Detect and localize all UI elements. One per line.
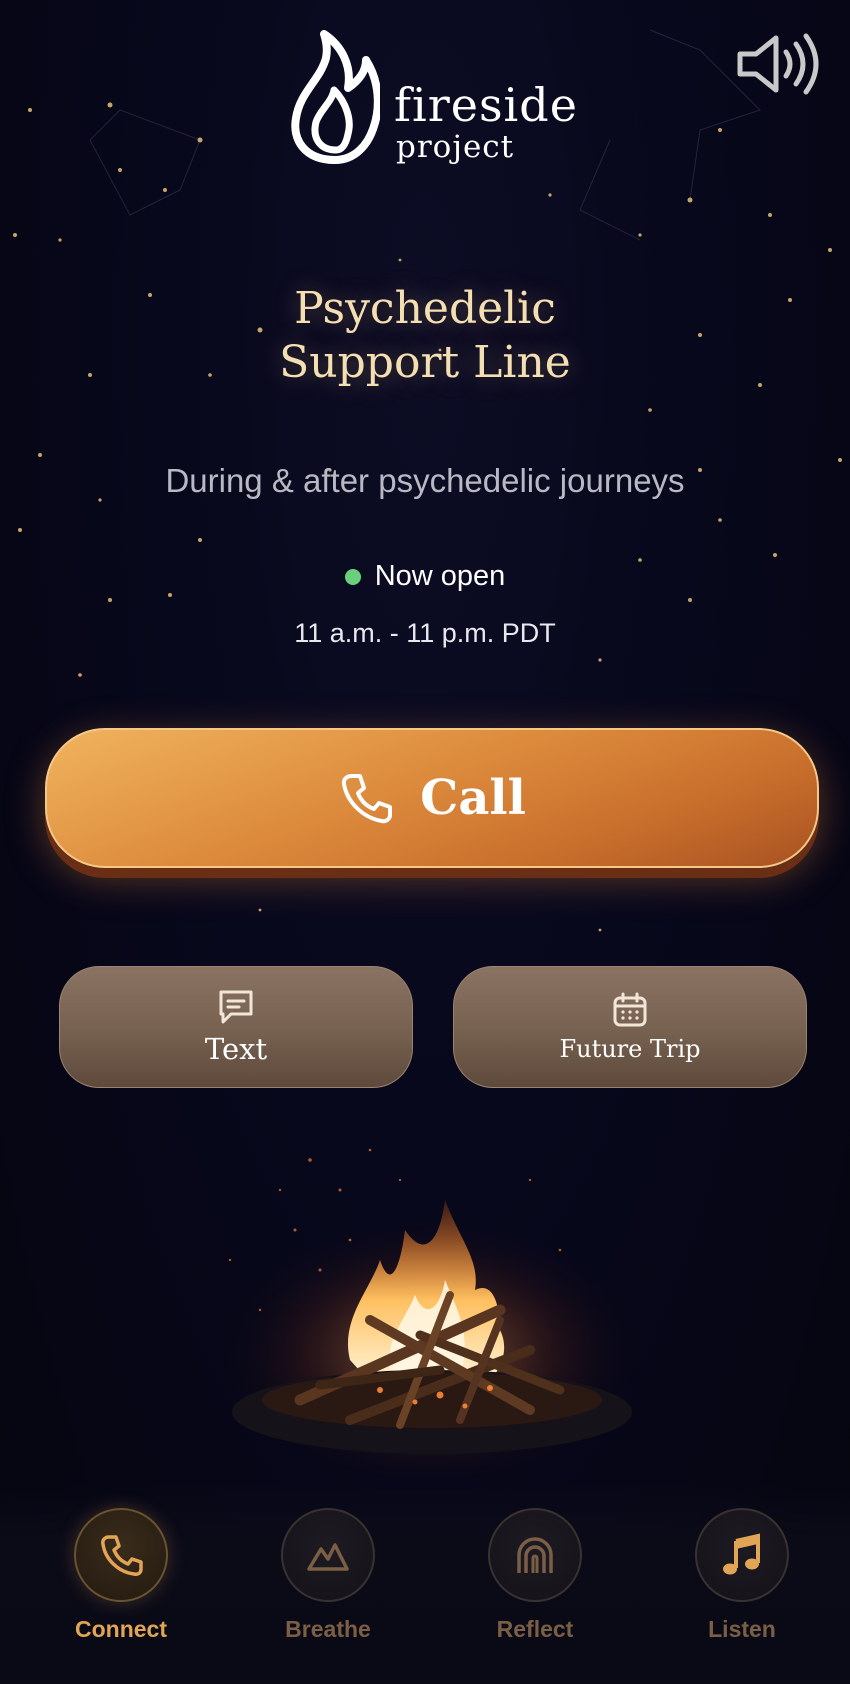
fireside-project-logo: fireside project: [290, 30, 580, 165]
text-label: Text: [204, 1032, 268, 1066]
bottom-navigation: Connect Breathe Reflect Listen: [0, 1480, 850, 1684]
speaker-volume-icon: [737, 33, 819, 95]
nav-breathe-circle: [281, 1508, 375, 1602]
nav-item-listen[interactable]: Listen: [672, 1508, 812, 1643]
nav-reflect-circle: [488, 1508, 582, 1602]
flame-logo-icon: [291, 30, 380, 164]
brand-subname: project: [396, 129, 515, 165]
status-text: Now open: [374, 560, 506, 592]
music-note-icon: [723, 1533, 760, 1575]
status-dot-icon: [344, 568, 361, 585]
brand-name: fireside: [394, 78, 578, 132]
mountain-icon: [307, 1543, 349, 1571]
sound-toggle-button[interactable]: [736, 30, 824, 98]
nav-listen-circle: [695, 1508, 789, 1602]
phone-icon: [341, 774, 393, 824]
arch-icon: [517, 1537, 553, 1573]
nav-item-breathe[interactable]: Breathe: [258, 1508, 398, 1643]
nav-label-connect: Connect: [75, 1616, 167, 1642]
nav-label-listen: Listen: [708, 1616, 776, 1642]
nav-item-reflect[interactable]: Reflect: [465, 1508, 605, 1643]
chat-bubble-icon: [219, 990, 253, 1024]
call-label: Call: [420, 770, 526, 826]
nav-item-connect[interactable]: Connect: [51, 1508, 191, 1643]
text-button[interactable]: Text: [59, 966, 413, 1088]
phone-icon: [101, 1535, 143, 1576]
starfield-background: [13, 29, 842, 1082]
title-line-2: Support Line: [279, 337, 571, 388]
subtitle: During & after psychedelic journeys: [165, 462, 685, 499]
nav-label-reflect: Reflect: [496, 1616, 574, 1642]
calendar-icon: [613, 992, 647, 1027]
nav-label-breathe: Breathe: [285, 1616, 371, 1642]
campfire-illustration: [210, 1148, 650, 1480]
page-title: Psychedelic Support Line: [0, 282, 850, 390]
opening-hours: 11 a.m. - 11 p.m. PDT: [294, 618, 556, 648]
future-trip-button[interactable]: Future Trip: [453, 966, 807, 1088]
title-line-1: Psychedelic: [294, 283, 556, 334]
future-trip-label: Future Trip: [559, 1035, 701, 1063]
open-status: Now open: [0, 560, 850, 593]
nav-connect-circle: [74, 1508, 168, 1602]
call-button[interactable]: Call: [45, 728, 819, 868]
